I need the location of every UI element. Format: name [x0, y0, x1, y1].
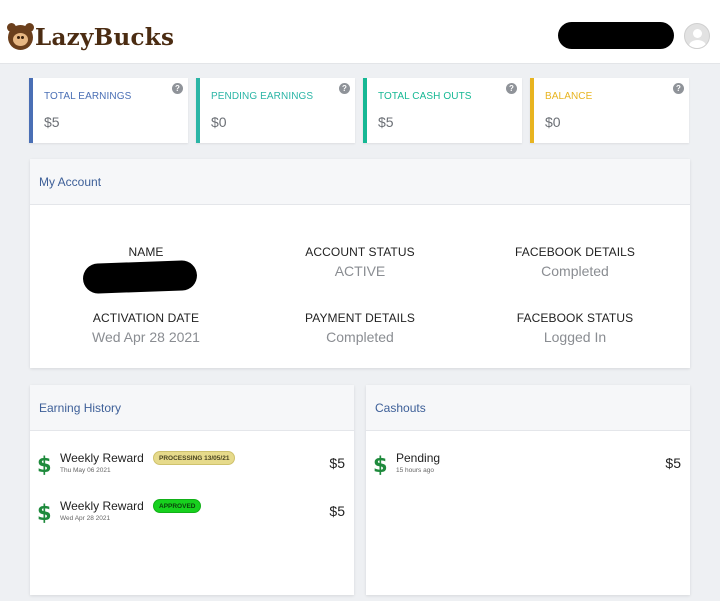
name-redacted [82, 260, 198, 294]
stat-label: TOTAL EARNINGS [44, 91, 132, 102]
dollar-icon: $ [37, 453, 52, 477]
account-status-field: ACCOUNT STATUS ACTIVE [260, 245, 460, 279]
row-date: 15 hours ago [396, 467, 434, 474]
dollar-icon: $ [373, 453, 388, 477]
panel-title: Cashouts [375, 401, 426, 415]
panel-header: Earning History [30, 385, 354, 431]
panel-header: My Account [30, 159, 690, 205]
row-amount: $5 [329, 455, 345, 471]
bear-logo-icon [7, 22, 34, 50]
field-label: ACTIVATION DATE [92, 311, 200, 325]
brand-logo-link[interactable]: LazyBucks [7, 20, 175, 54]
field-value: Completed [541, 263, 609, 279]
help-icon[interactable]: ? [172, 83, 183, 94]
stat-label: BALANCE [545, 91, 593, 102]
panel-title: My Account [39, 175, 102, 189]
account-name-field: NAME [46, 245, 246, 294]
stat-card-pending-earnings: PENDING EARNINGS $0 ? [196, 78, 355, 143]
stat-label: TOTAL CASH OUTS [378, 91, 472, 102]
stat-card-total-earnings: TOTAL EARNINGS $5 ? [29, 78, 188, 143]
dollar-icon: $ [37, 501, 52, 525]
status-badge: APPROVED [153, 499, 202, 513]
field-label: FACEBOOK STATUS [516, 311, 634, 325]
panel-title: Earning History [39, 401, 122, 415]
stat-card-balance: BALANCE $0 ? [530, 78, 689, 143]
top-navbar: LazyBucks [0, 0, 720, 64]
row-date: Thu May 06 2021 [60, 467, 111, 474]
stat-value: $5 [44, 114, 60, 130]
panel-header: Cashouts [366, 385, 690, 431]
help-icon[interactable]: ? [506, 83, 517, 94]
payment-details-field: PAYMENT DETAILS Completed [260, 311, 460, 345]
row-amount: $5 [329, 503, 345, 519]
user-avatar-icon[interactable] [684, 23, 710, 49]
earning-history-panel: Earning History $ Weekly Reward Thu May … [30, 385, 354, 595]
field-label: NAME [128, 245, 164, 259]
field-value: ACTIVE [334, 263, 386, 279]
row-title: Weekly Reward [60, 451, 144, 465]
field-label: FACEBOOK DETAILS [514, 245, 636, 259]
row-title: Weekly Reward [60, 499, 144, 513]
help-icon[interactable]: ? [339, 83, 350, 94]
activation-date-field: ACTIVATION DATE Wed Apr 28 2021 [46, 311, 246, 345]
list-item: $ Weekly Reward Wed Apr 28 2021 APPROVED… [30, 499, 354, 539]
field-label: ACCOUNT STATUS [305, 245, 415, 259]
username-redacted[interactable] [558, 22, 674, 49]
my-account-panel: My Account NAME ACCOUNT STATUS ACTIVE FA… [30, 159, 690, 368]
field-value: Logged In [543, 329, 607, 345]
field-value: Wed Apr 28 2021 [92, 329, 200, 345]
status-badge: PROCESSING 13/05/21 [153, 451, 236, 465]
list-item: $ Pending 15 hours ago $5 [366, 451, 690, 491]
stat-label: PENDING EARNINGS [211, 91, 314, 102]
row-title: Pending [396, 451, 441, 465]
stat-value: $0 [545, 114, 561, 130]
list-item: $ Weekly Reward Thu May 06 2021 PROCESSI… [30, 451, 354, 491]
stat-value: $0 [211, 114, 227, 130]
cashouts-panel: Cashouts $ Pending 15 hours ago $5 [366, 385, 690, 595]
facebook-status-field: FACEBOOK STATUS Logged In [475, 311, 675, 345]
help-icon[interactable]: ? [673, 83, 684, 94]
row-date: Wed Apr 28 2021 [60, 515, 111, 522]
stat-value: $5 [378, 114, 394, 130]
facebook-details-field: FACEBOOK DETAILS Completed [475, 245, 675, 279]
brand-name: LazyBucks [35, 23, 175, 51]
field-label: PAYMENT DETAILS [305, 311, 415, 325]
row-amount: $5 [665, 455, 681, 471]
field-value: Completed [326, 329, 394, 345]
stat-card-total-cash-outs: TOTAL CASH OUTS $5 ? [363, 78, 522, 143]
